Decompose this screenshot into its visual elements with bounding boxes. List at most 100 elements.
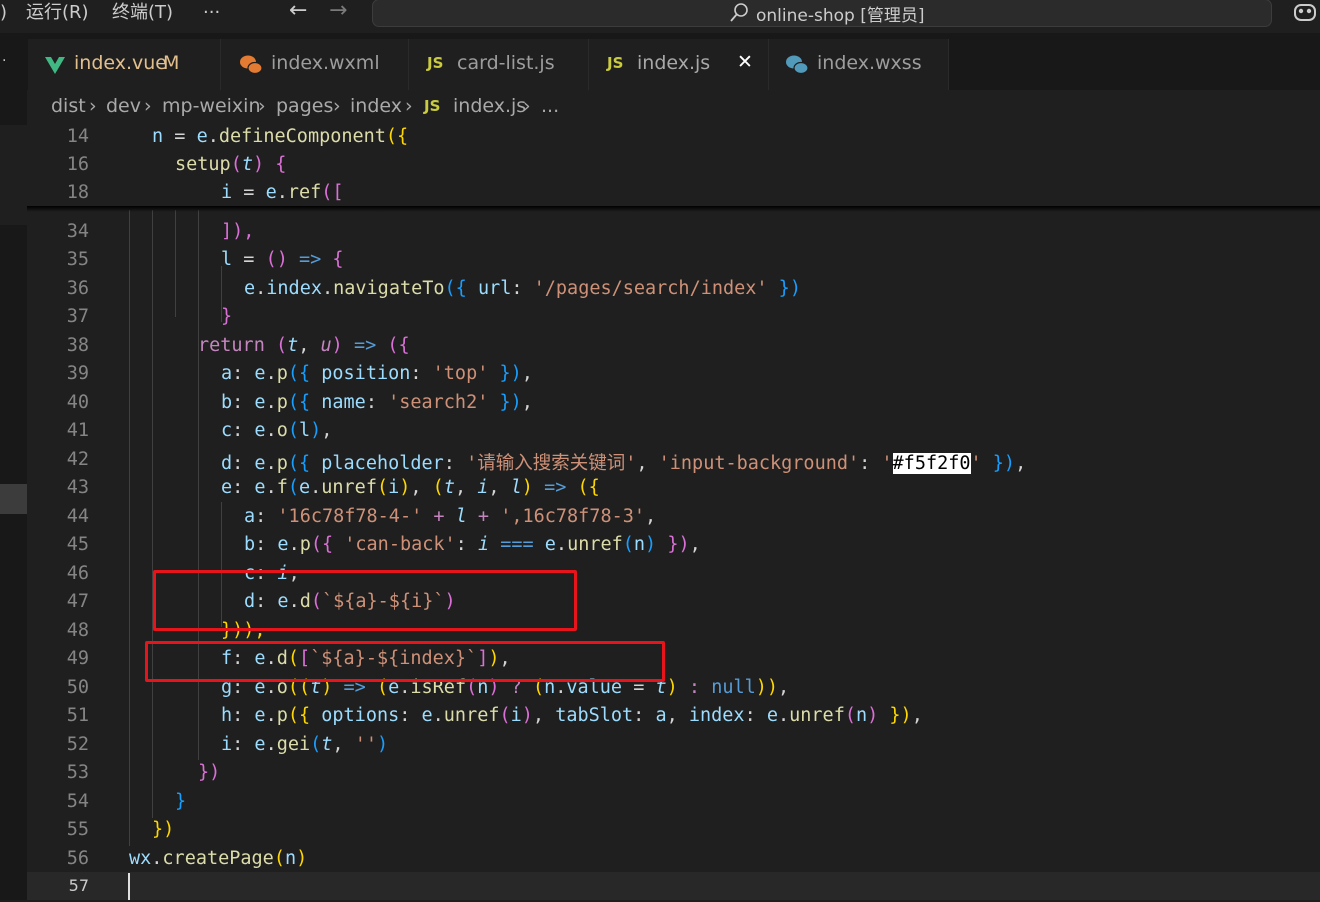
vue-icon [45,57,65,74]
token: t [287,335,299,356]
line-number: 57 [68,876,89,895]
wechat-icon [786,55,809,75]
code-line: 55 }) [27,817,1320,845]
crumb-mp-weixin[interactable]: mp-weixin [162,95,261,117]
sticky-scroll-shadow [27,206,1320,212]
token: f [276,477,288,498]
line-number: 52 [66,734,89,755]
token: i [221,182,233,203]
activity-bar-edge [0,90,27,900]
token: p [276,453,288,474]
line-number: 47 [66,591,89,612]
token: c [221,420,233,441]
tab-label: index.wxss [817,52,922,74]
token: 'top' [432,363,489,384]
panel-edge [0,125,27,225]
token: null [711,677,756,698]
token: { [332,249,344,270]
forward-arrow-icon[interactable]: → [329,0,347,22]
line-number: 42 [66,449,89,470]
token: e [254,477,266,498]
token: a [244,506,256,527]
code-line: 54 } [27,789,1320,817]
token: url [477,278,512,299]
token: === [489,534,545,555]
menu-edge: ) [0,2,8,23]
token: e [265,182,277,203]
tab-card-list-js[interactable]: JS card-list.js [409,39,589,90]
token: h [221,705,233,726]
code-editor[interactable]: 14 n = e.defineComponent({ 16 setup(t) {… [27,124,1320,900]
token: e [221,477,233,498]
code-line: 52 i: e.gei(t, '') [27,732,1320,760]
code-line: 51 h: e.p({ options: e.unref(i), tabSlot… [27,703,1320,731]
code-line: 41 c: e.o(l), [27,418,1320,446]
tab-index-wxss[interactable]: index.wxss [769,39,949,90]
chevron-right-icon: › [405,95,413,117]
menu-run[interactable]: 运行(R) [26,2,89,24]
crumb-dev[interactable]: dev [106,95,141,117]
token: e [254,705,266,726]
code-line: 18 i = e.ref([ [27,180,1320,208]
menu-terminal[interactable]: 终端(T) [112,2,173,24]
token: u [320,335,332,356]
token: index [266,278,322,299]
token: b [221,392,233,413]
token: e [254,453,266,474]
crumb-more[interactable]: ... [541,95,559,117]
token: ({ [577,477,600,498]
token: wx [129,848,152,869]
token: e [277,534,289,555]
token: '/pages/search/index' [533,278,768,299]
token: '请输入搜索关键词' [466,453,637,474]
code-line: 53 }) [27,760,1320,788]
token: , [298,335,321,356]
line-number: 16 [66,154,89,175]
token: ( [287,420,299,441]
code-line: 38 return (t, u) => ({ [27,333,1320,361]
line-number: 44 [66,506,89,527]
tab-label: index.wxml [271,52,380,74]
copilot-icon[interactable] [1292,0,1318,24]
tab-index-js[interactable]: JS index.js ✕ [589,39,769,90]
token: '' [354,734,377,755]
line-number: 54 [66,791,89,812]
token: e [298,477,311,498]
token: defineComponent [218,126,386,147]
line-number: 53 [66,762,89,783]
close-icon[interactable]: ✕ [737,51,753,73]
menu-more[interactable]: ··· [203,2,220,24]
tab-index-wxml[interactable]: index.wxml [221,39,409,90]
token: ( [230,154,242,175]
token: ({ [387,335,410,356]
crumb-index-js[interactable]: index.js [453,95,526,117]
token: }) [198,762,221,783]
js-icon: JS [607,54,624,72]
token: : [511,278,534,299]
crumb-dist[interactable]: dist [51,95,86,117]
token: p [276,705,288,726]
token: position [321,363,411,384]
token: b [244,534,256,555]
line-number: 46 [66,563,89,584]
wechat-icon [240,55,263,75]
line-number: 36 [66,278,89,299]
chevron-right-icon: › [258,95,266,117]
token: ([ [321,182,344,203]
color-swatch-text: #f5f2f0 [892,453,971,474]
line-number: 40 [66,392,89,413]
tab-index-vue[interactable]: index.vue M [28,39,221,90]
token: ( [287,477,299,498]
token: }) [152,819,175,840]
token: unref [443,705,500,726]
code-line: 34 ]), [27,219,1320,247]
token: n [284,848,297,869]
token: tabSlot [555,705,634,726]
token: ' [881,453,893,474]
token: 'search2' [388,392,489,413]
crumb-pages[interactable]: pages [276,95,333,117]
code-line: 37 } [27,304,1320,332]
back-arrow-icon[interactable]: ← [289,0,307,22]
token: name [321,392,366,413]
crumb-index[interactable]: index [350,95,402,117]
